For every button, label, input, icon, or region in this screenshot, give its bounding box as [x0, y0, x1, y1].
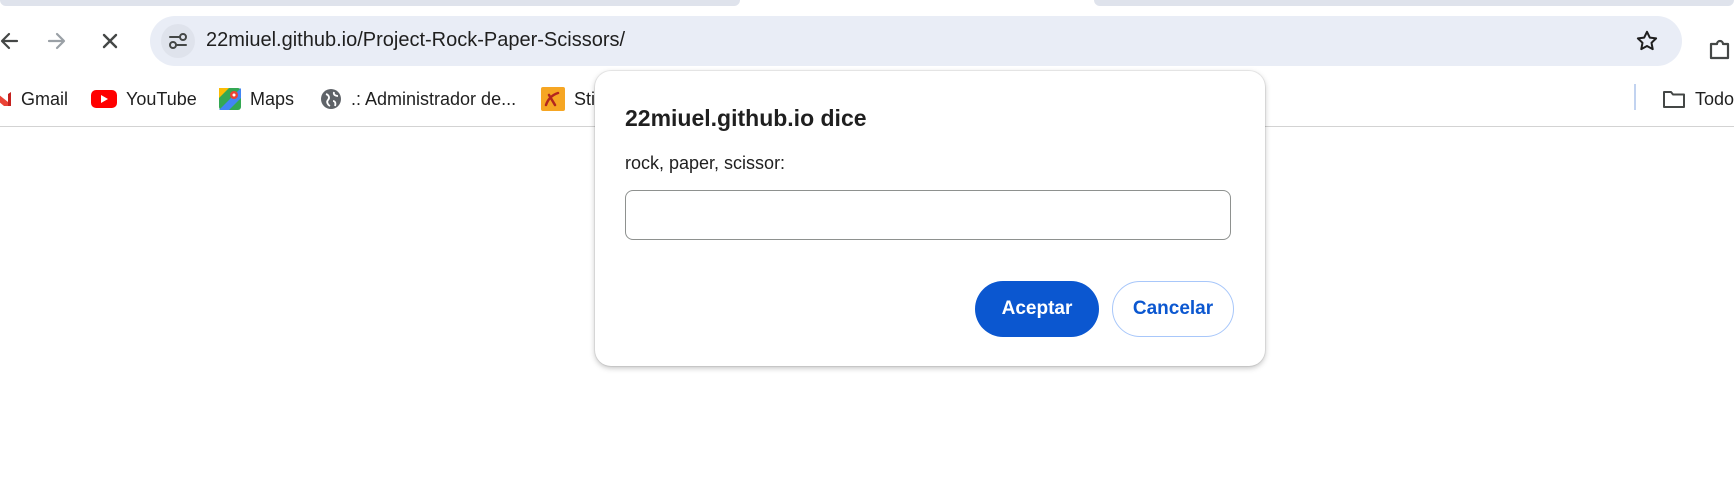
bookmarks-separator — [1634, 84, 1636, 110]
maps-icon — [219, 88, 241, 110]
puzzle-icon — [1709, 39, 1730, 60]
bookmark-maps[interactable]: Maps — [219, 84, 294, 114]
url-text[interactable]: 22miuel.github.io/Project-Rock-Paper-Sci… — [206, 29, 625, 52]
youtube-icon — [91, 90, 117, 108]
globe-icon — [321, 89, 341, 109]
tab-strip — [0, 0, 1734, 14]
tab-inactive[interactable] — [0, 0, 740, 6]
prompt-dialog: 22miuel.github.io dice rock, paper, scis… — [595, 71, 1265, 366]
bookmark-label: YouTube — [126, 88, 197, 109]
dialog-title: 22miuel.github.io dice — [625, 105, 867, 131]
prompt-input[interactable] — [625, 190, 1231, 240]
bookmark-administrador[interactable]: .: Administrador de... — [320, 84, 516, 114]
close-icon — [102, 33, 118, 49]
bookmark-label: .: Administrador de... — [351, 88, 517, 109]
stop-loading-button[interactable] — [93, 24, 127, 58]
arrow-right-icon — [47, 32, 66, 50]
folder-icon — [1663, 91, 1685, 108]
all-bookmarks-folder[interactable]: Todo — [1662, 84, 1734, 114]
site-favicon-icon — [541, 87, 565, 111]
dialog-message: rock, paper, scissor: — [625, 153, 786, 173]
cancel-button[interactable]: Cancelar — [1112, 281, 1234, 337]
arrow-left-icon — [0, 32, 19, 50]
tab-inactive[interactable] — [1094, 0, 1734, 6]
browser-toolbar: 22miuel.github.io/Project-Rock-Paper-Sci… — [0, 14, 1734, 68]
bookmark-label: Gmail — [21, 88, 69, 109]
back-button[interactable] — [0, 24, 26, 58]
gmail-icon — [0, 92, 11, 106]
address-bar[interactable]: 22miuel.github.io/Project-Rock-Paper-Sci… — [150, 16, 1682, 66]
bookmark-star-button[interactable] — [1630, 24, 1664, 58]
accept-button[interactable]: Aceptar — [975, 281, 1099, 337]
bookmark-gmail[interactable]: Gmail — [0, 84, 68, 114]
tune-icon — [169, 33, 187, 49]
forward-button[interactable] — [40, 24, 74, 58]
bookmark-label: Maps — [250, 88, 295, 109]
all-bookmarks-label: Todo — [1695, 88, 1734, 109]
site-info-button[interactable] — [161, 24, 195, 58]
bookmark-youtube[interactable]: YouTube — [91, 84, 197, 114]
bookmark-sti[interactable]: Sti — [541, 84, 595, 114]
bookmark-label: Sti — [574, 88, 596, 109]
extensions-button[interactable] — [1708, 38, 1734, 64]
star-icon — [1636, 30, 1658, 51]
